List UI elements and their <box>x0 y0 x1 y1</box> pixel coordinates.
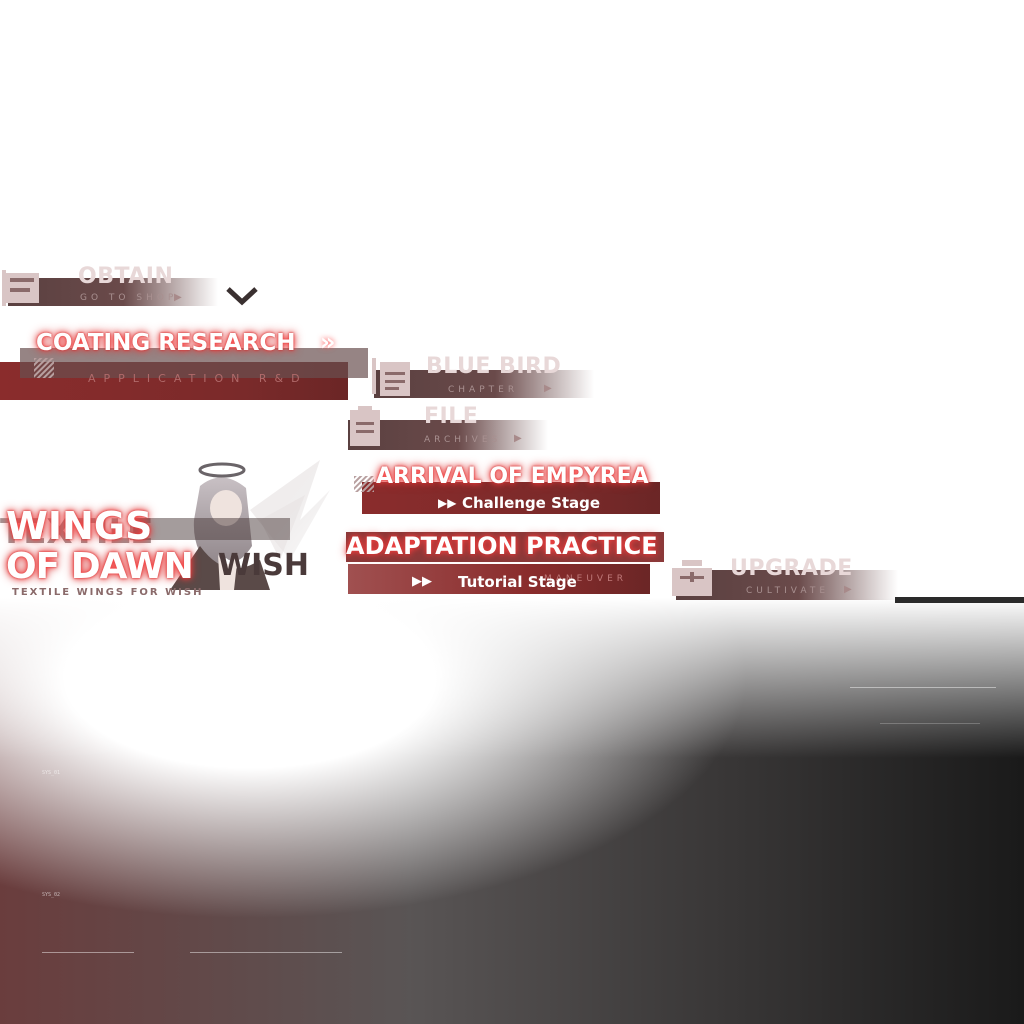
chevron-down-icon[interactable] <box>226 286 258 306</box>
file-arrow-icon: ▶ <box>514 433 522 444</box>
blue-bird-subtitle: CHAPTER <box>448 385 519 395</box>
upgrade-subtitle: CULTIVATE <box>746 586 830 596</box>
event-title-line2: OF DAWN <box>6 546 194 587</box>
double-arrow-icon: » <box>320 328 336 356</box>
dark-edge <box>895 597 1024 603</box>
background-fade <box>0 598 1024 758</box>
empyrea-stage-label: Challenge Stage <box>462 494 601 512</box>
stripe-icon <box>34 358 54 378</box>
empyrea-title: ARRIVAL OF EMPYREA <box>376 464 649 489</box>
obtain-button[interactable]: OBTAIN GO TO SHOP ▶ <box>0 262 280 312</box>
file-button[interactable]: FILE ARCHIVES ▶ <box>344 402 564 452</box>
file-title: FILE <box>424 404 479 429</box>
hud-line <box>190 952 342 953</box>
blue-bird-title: BLUE BIRD <box>426 354 562 379</box>
blue-bird-arrow-icon: ▶ <box>544 383 552 394</box>
coating-research-title: COATING RESEARCH <box>36 330 296 356</box>
play-arrows-icon: ▶▶ <box>412 574 432 589</box>
coating-research-subtitle: APPLICATION R&D <box>88 372 308 385</box>
arrival-of-empyrea-stage[interactable]: ARRIVAL OF EMPYREA ▶▶ Challenge Stage <box>350 460 670 516</box>
obtain-subtitle: GO TO SHOP <box>80 293 178 303</box>
clipboard-icon <box>350 406 380 446</box>
stripe-icon <box>354 476 374 492</box>
hud-code: SYS_02 <box>42 892 61 898</box>
adaptation-practice-stage[interactable]: ADAPTATION PRACTICE MANEUVER ▶▶ Tutorial… <box>344 530 674 596</box>
event-subtitle: TEXTILE WINGS FOR WISH <box>12 587 204 598</box>
play-arrows-icon: ▶▶ <box>438 496 457 510</box>
event-banner[interactable]: TEXTILE WISH WINGS OF DAWN TEXTILE WINGS… <box>0 450 345 600</box>
adaptation-title: ADAPTATION PRACTICE <box>346 532 658 560</box>
hud-line <box>42 952 134 953</box>
hud-line <box>850 687 996 688</box>
adaptation-stage-label: Tutorial Stage <box>458 573 577 591</box>
chest-icon <box>2 270 39 306</box>
coating-research-button[interactable]: COATING RESEARCH » APPLICATION R&D <box>0 326 370 404</box>
upgrade-arrow-icon: ▶ <box>844 584 852 595</box>
blue-bird-button[interactable]: BLUE BIRD CHAPTER ▶ <box>368 352 608 402</box>
hud-line <box>880 723 980 724</box>
book-icon <box>372 358 410 396</box>
upgrade-title: UPGRADE <box>730 556 853 581</box>
obtain-arrow-icon: ▶ <box>174 292 182 303</box>
hud-code: SYS_01 <box>42 770 61 776</box>
toolbox-icon <box>672 560 712 596</box>
event-title-line1: WINGS <box>6 504 153 548</box>
file-subtitle: ARCHIVES <box>424 435 502 445</box>
obtain-title: OBTAIN <box>78 264 174 289</box>
upgrade-button[interactable]: UPGRADE CULTIVATE ▶ <box>668 556 908 606</box>
event-ghost-text-right: WISH <box>218 548 309 583</box>
